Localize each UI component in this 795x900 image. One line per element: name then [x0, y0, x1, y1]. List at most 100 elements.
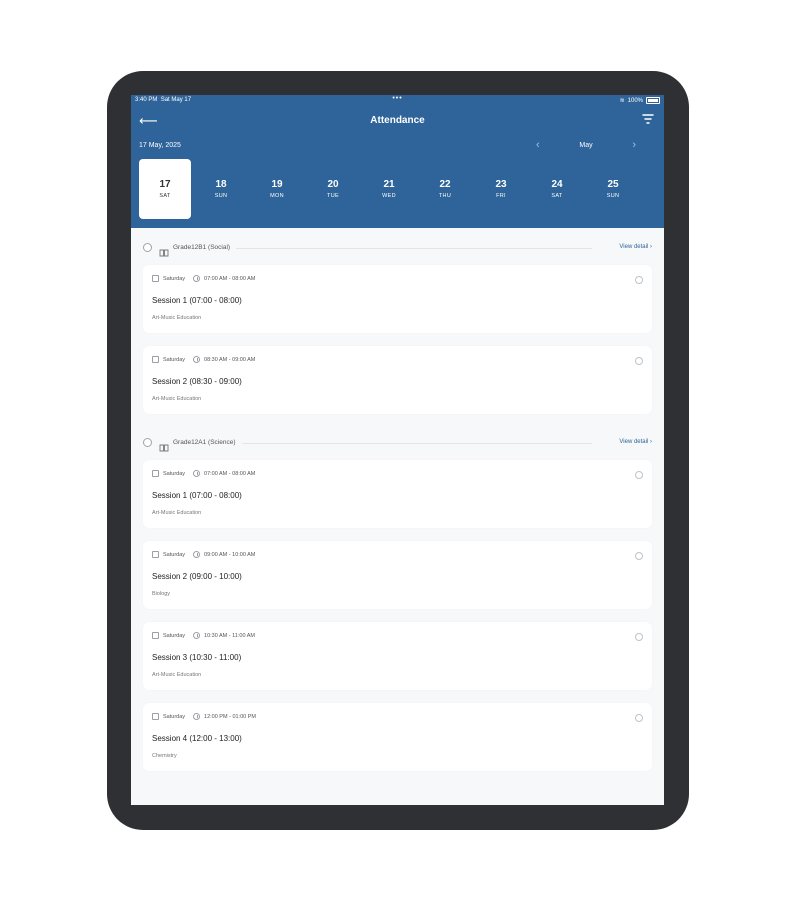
day-number: 17	[159, 179, 171, 190]
day-item-17[interactable]: 17 SAT	[139, 159, 191, 219]
day-item-18[interactable]: 18 SUN	[195, 159, 247, 219]
app-screen: 3:40 PM Sat May 17 ••• ≋ 100% ⟵ Attendan…	[131, 95, 664, 805]
day-weekday: FRI	[496, 193, 506, 199]
wifi-icon: ≋	[619, 98, 625, 104]
session-meta: Saturday 10:30 AM - 11:00 AM	[152, 632, 255, 639]
header-bar: 3:40 PM Sat May 17 ••• ≋ 100% ⟵ Attendan…	[131, 95, 664, 228]
session-day: Saturday	[163, 356, 186, 363]
class-group-header: Grade12A1 (Science) View detail ›	[143, 435, 652, 452]
day-strip: 17 SAT 18 SUN 19 MON 20 TUE 21 WED 22 THU 23 FRI 24 SAT…	[139, 159, 643, 219]
session-meta: Saturday 08:30 AM - 09:00 AM	[152, 356, 255, 363]
day-weekday: THU	[438, 193, 452, 199]
session-card[interactable]: Saturday 09:00 AM - 10:00 AM Session 2 (09…	[143, 541, 652, 609]
calendar-icon	[152, 551, 159, 558]
day-number: 21	[383, 179, 395, 190]
calendar-icon	[152, 470, 159, 477]
clock-icon	[193, 356, 201, 363]
clock-icon	[193, 275, 201, 282]
group-name: Grade12B1 (Social)	[173, 244, 237, 251]
day-item-19[interactable]: 19 MON	[251, 159, 303, 219]
day-weekday: WED	[382, 193, 396, 199]
status-bar: 3:40 PM Sat May 17 ••• ≋ 100%	[135, 95, 660, 107]
session-day: Saturday	[163, 275, 186, 282]
battery-icon	[646, 97, 660, 104]
day-number: 23	[495, 179, 507, 190]
clock-icon	[193, 713, 201, 720]
session-select-radio[interactable]	[635, 714, 643, 722]
month-navigator: ‹ May ›	[536, 139, 636, 153]
day-weekday: TUE	[327, 193, 339, 199]
session-day: Saturday	[163, 470, 186, 477]
session-card[interactable]: Saturday 10:30 AM - 11:00 AM Session 3 (10…	[143, 622, 652, 690]
group-select-radio[interactable]	[143, 243, 152, 252]
session-subject: Chemistry	[152, 753, 177, 759]
filter-icon[interactable]	[642, 114, 654, 124]
day-number: 20	[327, 179, 339, 190]
session-time: 12:00 PM - 01:00 PM	[204, 713, 256, 720]
calendar-icon	[152, 632, 159, 639]
session-title: Session 2 (09:00 - 10:00)	[152, 572, 242, 581]
session-card[interactable]: Saturday 08:30 AM - 09:00 AM Session 2 (08…	[143, 346, 652, 414]
session-subject: Art-Music Education	[152, 510, 202, 516]
day-item-22[interactable]: 22 THU	[419, 159, 471, 219]
day-weekday: SUN	[214, 193, 228, 199]
session-day: Saturday	[163, 713, 186, 720]
session-select-radio[interactable]	[635, 633, 643, 641]
session-card[interactable]: Saturday 07:00 AM - 08:00 AM Session 1 (07…	[143, 265, 652, 333]
session-time: 07:00 AM - 08:00 AM	[204, 275, 256, 282]
battery-percent: 100%	[627, 97, 643, 104]
calendar-icon	[152, 275, 159, 282]
session-select-radio[interactable]	[635, 357, 643, 365]
day-number: 19	[271, 179, 283, 190]
class-group-header: Grade12B1 (Social) View detail ›	[143, 240, 652, 257]
day-item-23[interactable]: 23 FRI	[475, 159, 527, 219]
day-number: 25	[607, 179, 619, 190]
view-detail-link[interactable]: View detail ›	[613, 439, 652, 445]
group-name: Grade12A1 (Science)	[173, 439, 242, 446]
selected-date-label: 17 May, 2025	[139, 142, 181, 149]
book-icon	[159, 244, 169, 257]
day-item-24[interactable]: 24 SAT	[531, 159, 583, 219]
day-item-25[interactable]: 25 SUN	[587, 159, 639, 219]
session-select-radio[interactable]	[635, 471, 643, 479]
calendar-icon	[152, 713, 159, 720]
clock-icon	[193, 470, 201, 477]
day-weekday: MON	[270, 193, 284, 199]
page-title: Attendance	[370, 115, 425, 126]
session-title: Session 1 (07:00 - 08:00)	[152, 491, 242, 500]
status-right: ≋ 100%	[620, 97, 660, 104]
month-label: May	[579, 142, 593, 149]
day-weekday: SUN	[606, 193, 620, 199]
book-icon	[159, 439, 169, 452]
session-select-radio[interactable]	[635, 552, 643, 560]
group-select-radio[interactable]	[143, 438, 152, 447]
day-weekday: SAT	[551, 193, 563, 199]
session-title: Session 2 (08:30 - 09:00)	[152, 377, 242, 386]
day-number: 22	[439, 179, 451, 190]
session-meta: Saturday 07:00 AM - 08:00 AM	[152, 470, 255, 477]
session-subject: Art-Music Education	[152, 396, 202, 402]
session-subject: Art-Music Education	[152, 315, 202, 321]
session-card[interactable]: Saturday 12:00 PM - 01:00 PM Session 4 (12…	[143, 703, 652, 771]
chevron-right-icon[interactable]: ›	[632, 139, 636, 151]
view-detail-link[interactable]: View detail ›	[613, 244, 652, 250]
session-title: Session 1 (07:00 - 08:00)	[152, 296, 242, 305]
session-time: 09:00 AM - 10:00 AM	[204, 551, 256, 558]
session-meta: Saturday 07:00 AM - 08:00 AM	[152, 275, 255, 282]
session-day: Saturday	[163, 551, 186, 558]
session-card[interactable]: Saturday 07:00 AM - 08:00 AM Session 1 (07…	[143, 460, 652, 528]
day-item-21[interactable]: 21 WED	[363, 159, 415, 219]
day-item-20[interactable]: 20 TUE	[307, 159, 359, 219]
day-number: 24	[551, 179, 563, 190]
calendar-icon	[152, 356, 159, 363]
session-time: 08:30 AM - 09:00 AM	[204, 356, 256, 363]
session-meta: Saturday 09:00 AM - 10:00 AM	[152, 551, 255, 558]
session-subject: Art-Music Education	[152, 672, 202, 678]
clock-icon	[193, 551, 201, 558]
session-meta: Saturday 12:00 PM - 01:00 PM	[152, 713, 256, 720]
session-title: Session 4 (12:00 - 13:00)	[152, 734, 242, 743]
session-subject: Biology	[152, 591, 171, 597]
session-select-radio[interactable]	[635, 276, 643, 284]
day-number: 18	[215, 179, 227, 190]
clock-icon	[193, 632, 201, 639]
